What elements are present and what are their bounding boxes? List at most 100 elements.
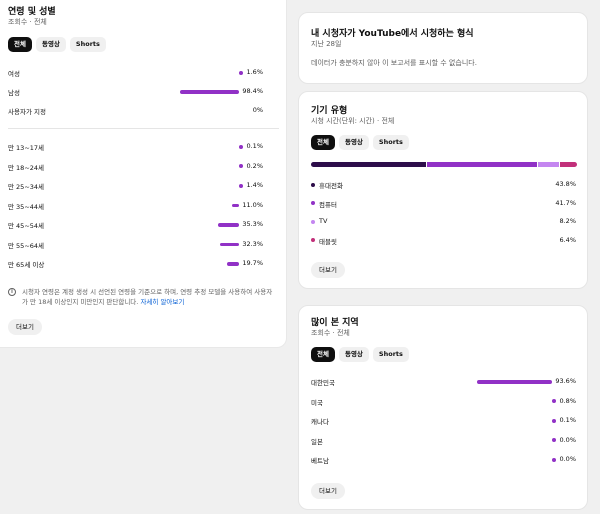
age-info-note: 시청자 연령은 계정 생성 시 선언된 연령을 기준으로 하며, 연령 추정 모… bbox=[22, 287, 277, 307]
age-row: 만 13~17세 0.1% bbox=[8, 142, 263, 152]
chip-all[interactable]: 전체 bbox=[311, 135, 335, 150]
card-title: 많이 본 지역 bbox=[311, 318, 359, 328]
region-label: 캐나다 bbox=[311, 418, 329, 426]
age-value: 35.3% bbox=[242, 220, 263, 228]
age-bar bbox=[217, 223, 239, 227]
region-label: 베트남 bbox=[311, 457, 329, 465]
age-bar bbox=[239, 164, 243, 168]
legend-dot bbox=[311, 238, 315, 242]
card-subtitle: 조회수 · 전체 bbox=[311, 329, 350, 337]
age-bar bbox=[227, 262, 239, 266]
age-value: 19.7% bbox=[242, 259, 263, 267]
gender-row: 여성 1.6% bbox=[8, 68, 263, 78]
region-row: 베트남 0.0% bbox=[311, 455, 576, 465]
age-label: 만 35~44세 bbox=[8, 202, 45, 211]
chip-videos[interactable]: 동영상 bbox=[338, 135, 369, 150]
age-label: 만 45~54세 bbox=[8, 222, 45, 230]
age-value: 11.0% bbox=[242, 200, 263, 209]
gender-value: 98.4% bbox=[242, 87, 263, 95]
age-row: 만 35~44세 11.0% bbox=[8, 201, 263, 211]
gender-label: 여성 bbox=[8, 70, 20, 78]
gender-row: 남성 98.4% bbox=[8, 87, 263, 97]
device-legend-row: 컴퓨터 41.7% bbox=[311, 199, 576, 209]
info-icon: i bbox=[8, 288, 16, 296]
more-button[interactable]: 더보기 bbox=[8, 319, 42, 335]
age-row: 만 65세 이상 19.7% bbox=[8, 259, 263, 269]
device-segment bbox=[537, 162, 560, 167]
age-label: 만 55~64세 bbox=[8, 241, 45, 250]
device-value: 8.2% bbox=[559, 217, 576, 225]
chip-videos[interactable]: 동영상 bbox=[35, 37, 66, 52]
age-value: 0.1% bbox=[246, 142, 263, 150]
region-label: 미국 bbox=[311, 398, 323, 407]
region-value: 0.0% bbox=[559, 455, 576, 463]
age-row: 만 45~54세 35.3% bbox=[8, 220, 263, 230]
region-bar bbox=[552, 418, 556, 423]
divider bbox=[8, 128, 279, 129]
gender-bar bbox=[239, 70, 243, 75]
device-label: 휴대전화 bbox=[319, 182, 343, 190]
chip-all[interactable]: 전체 bbox=[8, 37, 32, 52]
age-gender-card: 연령 및 성별 조회수 · 전체 전체 동영상 Shorts 여성 1.6% 남성 9… bbox=[0, 0, 287, 348]
chip-shorts[interactable]: Shorts bbox=[372, 347, 409, 362]
age-bar bbox=[232, 203, 239, 207]
gender-label: 남성 bbox=[8, 89, 20, 97]
device-segment bbox=[311, 162, 427, 167]
more-button[interactable]: 더보기 bbox=[311, 483, 345, 499]
age-label: 만 13~17세 bbox=[8, 144, 45, 152]
chip-all[interactable]: 전체 bbox=[311, 347, 335, 362]
device-legend-row: 태블릿 6.4% bbox=[311, 236, 576, 246]
region-label: 대한민국 bbox=[311, 379, 335, 387]
region-value: 0.8% bbox=[559, 396, 576, 405]
card-title: 연령 및 성별 bbox=[8, 7, 56, 17]
device-type-card: 기기 유형 시청 시간(단위: 시간) · 전체 전체 동영상 Shorts 더… bbox=[298, 91, 588, 289]
card-subtitle: 시청 시간(단위: 시간) · 전체 bbox=[311, 117, 395, 125]
filter-chips: 전체 동영상 Shorts bbox=[8, 37, 106, 52]
legend-dot bbox=[311, 219, 315, 224]
age-bar bbox=[239, 183, 243, 188]
device-label: TV bbox=[319, 217, 328, 225]
device-value: 41.7% bbox=[555, 198, 576, 207]
gender-value: 1.6% bbox=[246, 68, 263, 76]
device-label: 컴퓨터 bbox=[319, 200, 337, 209]
device-stacked-bar bbox=[311, 162, 577, 167]
region-value: 0.0% bbox=[559, 435, 576, 444]
age-label: 만 65세 이상 bbox=[8, 261, 45, 269]
learn-more-link[interactable]: 자세히 알아보기 bbox=[140, 298, 184, 306]
age-bar bbox=[219, 242, 239, 246]
region-bar bbox=[552, 457, 556, 462]
chip-shorts[interactable]: Shorts bbox=[69, 37, 106, 52]
age-label: 만 25~34세 bbox=[8, 183, 45, 191]
age-value: 32.3% bbox=[242, 239, 263, 248]
age-row: 만 25~34세 1.4% bbox=[8, 181, 263, 191]
card-title: 기기 유형 bbox=[311, 106, 348, 116]
region-row: 미국 0.8% bbox=[311, 397, 576, 407]
card-title: 내 시청자가 YouTube에서 시청하는 형식 bbox=[311, 29, 474, 39]
filter-chips: 전체 동영상 Shorts bbox=[311, 135, 409, 150]
region-bar bbox=[552, 399, 556, 403]
device-label: 태블릿 bbox=[319, 237, 337, 246]
device-legend-row: TV 8.2% bbox=[311, 217, 576, 227]
region-row: 일본 0.0% bbox=[311, 436, 576, 446]
gender-value: 0% bbox=[252, 106, 263, 114]
filter-chips: 전체 동영상 Shorts bbox=[311, 347, 409, 362]
device-value: 43.8% bbox=[555, 180, 576, 188]
card-subtitle: 조회수 · 전체 bbox=[8, 18, 47, 26]
card-subtitle: 지난 28일 bbox=[311, 40, 342, 48]
device-value: 6.4% bbox=[559, 235, 576, 244]
region-bar bbox=[477, 380, 552, 384]
gender-label: 사용자가 지정 bbox=[8, 108, 46, 116]
age-row: 만 55~64세 32.3% bbox=[8, 240, 263, 250]
more-button[interactable]: 더보기 bbox=[311, 262, 345, 278]
region-value: 0.1% bbox=[559, 416, 576, 424]
device-segment bbox=[560, 162, 577, 167]
age-label: 만 18~24세 bbox=[8, 163, 45, 172]
age-value: 0.2% bbox=[246, 161, 263, 170]
age-value: 1.4% bbox=[246, 181, 263, 189]
region-row: 캐나다 0.1% bbox=[311, 416, 576, 426]
chip-videos[interactable]: 동영상 bbox=[338, 347, 369, 362]
chip-shorts[interactable]: Shorts bbox=[372, 135, 409, 150]
age-row: 만 18~24세 0.2% bbox=[8, 162, 263, 172]
legend-dot bbox=[311, 201, 315, 205]
top-regions-card: 많이 본 지역 조회수 · 전체 전체 동영상 Shorts 더보기 bbox=[298, 305, 588, 510]
